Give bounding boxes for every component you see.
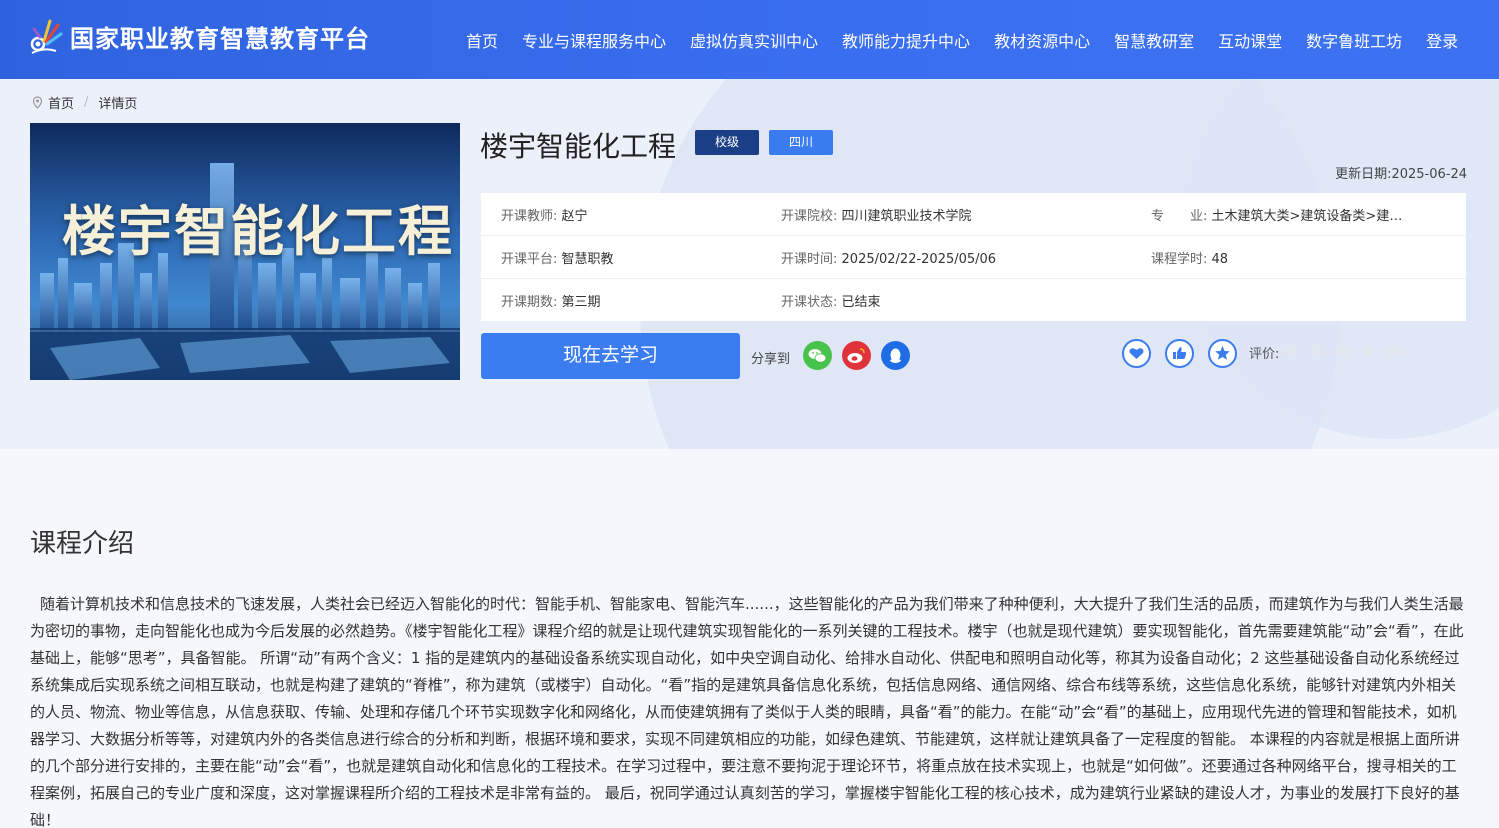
time-label: 开课时间:	[781, 252, 838, 267]
platform-value: 智慧职教	[561, 252, 614, 267]
course-cover-image: 楼宇智能化工程	[30, 123, 460, 380]
hours-value: 48	[1211, 252, 1229, 267]
wechat-icon[interactable]	[803, 341, 832, 370]
time-value: 2025/02/22-2025/05/06	[841, 252, 997, 267]
platform-field: 开课平台: 智慧职教	[501, 248, 614, 267]
breadcrumb-separator: /	[84, 95, 89, 110]
breadcrumb-current: 详情页	[98, 97, 138, 112]
nav-teacher-center[interactable]: 教师能力提升中心	[842, 28, 970, 52]
main-nav: 首页 专业与课程服务中心 虚拟仿真实训中心 教师能力提升中心 教材资源中心 智慧…	[466, 28, 1482, 52]
nav-teaching-research[interactable]: 智慧教研室	[1114, 28, 1194, 52]
region-tag: 四川	[769, 130, 833, 155]
intro-text: 随着计算机技术和信息技术的飞速发展，人类社会已经迈入智能化的时代：智能手机、智能…	[30, 595, 1464, 828]
study-now-button[interactable]: 现在去学习	[481, 333, 740, 379]
term-value: 第三期	[561, 295, 601, 310]
rating-star-icon[interactable]: ★	[1281, 340, 1301, 364]
nav-interactive-class[interactable]: 互动课堂	[1218, 28, 1282, 52]
school-field: 开课院校: 四川建筑职业技术学院	[781, 205, 972, 224]
thumbs-up-icon[interactable]	[1165, 339, 1194, 368]
term-field: 开课期数: 第三期	[501, 291, 601, 310]
breadcrumb: 首页 / 详情页	[32, 93, 137, 112]
nav-virtual-sim-center[interactable]: 虚拟仿真实训中心	[690, 28, 818, 52]
site-logo[interactable]: 国家职业教育智慧教育平台	[30, 17, 370, 55]
rating-star-icon[interactable]: ★	[1307, 340, 1327, 364]
share-label: 分享到	[751, 352, 791, 367]
time-field: 开课时间: 2025/02/22-2025/05/06	[781, 248, 996, 267]
status-label: 开课状态:	[781, 295, 838, 310]
major-value: 土木建筑大类>建筑设备类>建…	[1211, 209, 1403, 224]
location-pin-icon	[32, 96, 43, 109]
teacher-label: 开课教师:	[501, 209, 558, 224]
teacher-field: 开课教师: 赵宁	[501, 205, 588, 224]
cover-title: 楼宇智能化工程	[62, 200, 454, 263]
info-row: 开课教师: 赵宁 开课院校: 四川建筑职业技术学院 专 业: 土木建筑大类>建筑…	[481, 193, 1466, 236]
platform-label: 开课平台:	[501, 252, 558, 267]
site-title: 国家职业教育智慧教育平台	[70, 24, 370, 53]
status-field: 开课状态: 已结束	[781, 291, 881, 310]
nav-home[interactable]: 首页	[466, 28, 498, 52]
info-row: 开课平台: 智慧职教 开课时间: 2025/02/22-2025/05/06 课…	[481, 236, 1466, 279]
course-title: 楼宇智能化工程	[480, 130, 677, 163]
rating-star-icon[interactable]: ★	[1358, 340, 1378, 364]
major-field: 专 业: 土木建筑大类>建筑设备类>建…	[1151, 205, 1402, 224]
rating-star-icon[interactable]: ★	[1332, 340, 1352, 364]
rating-stars[interactable]: ★ ★ ★ ★ ★	[1281, 340, 1410, 364]
nav-login[interactable]: 登录	[1426, 28, 1458, 52]
top-header: 国家职业教育智慧教育平台 首页 专业与课程服务中心 虚拟仿真实训中心 教师能力提…	[0, 0, 1499, 79]
school-label: 开课院校:	[781, 209, 838, 224]
weibo-icon[interactable]	[842, 341, 871, 370]
status-value: 已结束	[841, 295, 881, 310]
info-row: 开课期数: 第三期 开课状态: 已结束	[481, 279, 1466, 322]
intro-heading: 课程介绍	[30, 529, 135, 559]
hours-field: 课程学时: 48	[1151, 248, 1228, 267]
hours-label: 课程学时:	[1151, 252, 1208, 267]
qq-icon[interactable]	[881, 341, 910, 370]
logo-icon	[30, 19, 63, 54]
course-info-table: 开课教师: 赵宁 开课院校: 四川建筑职业技术学院 专 业: 土木建筑大类>建筑…	[481, 193, 1466, 321]
nav-luban-workshop[interactable]: 数字鲁班工坊	[1306, 28, 1402, 52]
rating-star-icon[interactable]: ★	[1384, 340, 1404, 364]
star-icon[interactable]	[1208, 339, 1237, 368]
school-value: 四川建筑职业技术学院	[841, 209, 972, 224]
nav-major-course-center[interactable]: 专业与课程服务中心	[522, 28, 666, 52]
teacher-value: 赵宁	[561, 209, 588, 224]
nav-textbook-center[interactable]: 教材资源中心	[994, 28, 1090, 52]
major-label: 专 业:	[1151, 209, 1208, 224]
rating-label: 评价:	[1249, 347, 1280, 362]
update-date: 更新日期:2025-06-24	[1335, 167, 1467, 182]
breadcrumb-home[interactable]: 首页	[48, 93, 74, 112]
term-label: 开课期数:	[501, 295, 558, 310]
heart-icon[interactable]	[1122, 339, 1151, 368]
level-tag: 校级	[695, 130, 759, 155]
